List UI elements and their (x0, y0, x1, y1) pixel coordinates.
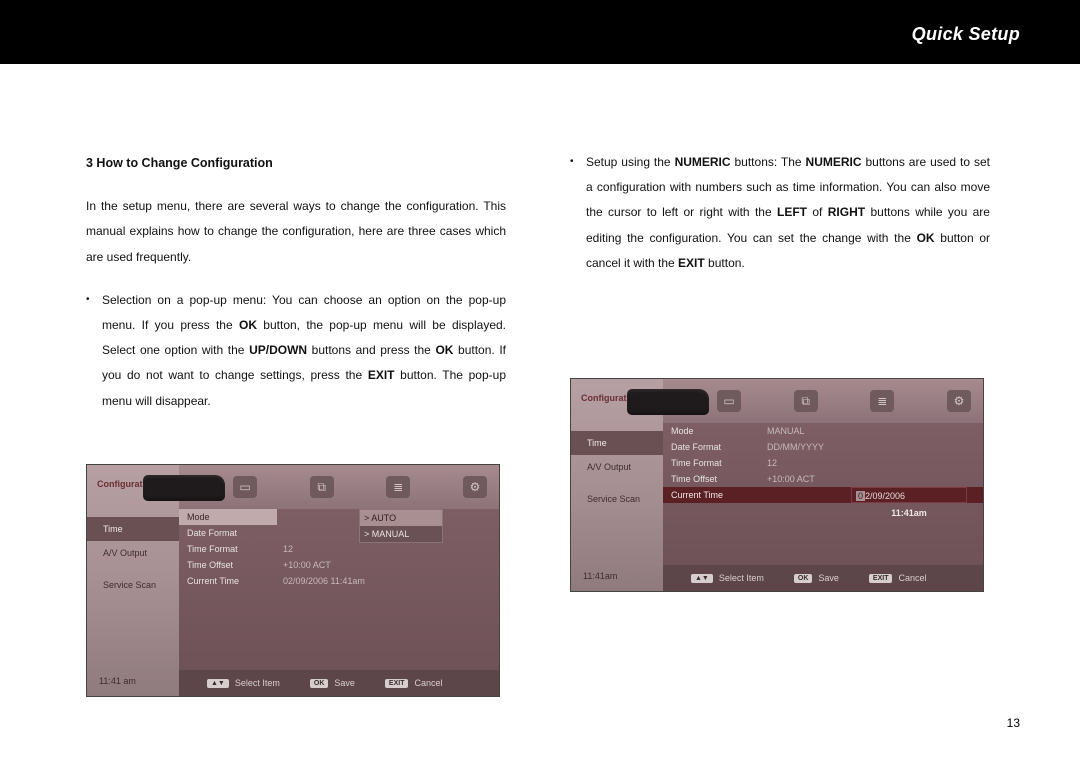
right-column: Setup using the NUMERIC buttons: The NUM… (570, 150, 990, 276)
screenshot-popup-mode: Configuration Time A/V Output Service Sc… (86, 464, 500, 697)
monitor-icon: ▭ (233, 476, 257, 498)
sidebar-clock: 11:41am (583, 571, 617, 581)
hint-bar: ▲▼Select Item OKSave EXITCancel (179, 670, 499, 696)
mode-popup[interactable]: > AUTO > MANUAL (359, 509, 443, 543)
row-time-format[interactable]: Time Format12 (179, 541, 499, 557)
gear-icon: ⚙ (463, 476, 487, 498)
row-date-format[interactable]: Date Format (179, 525, 499, 541)
row-mode[interactable]: ModeMANUAL (663, 423, 983, 439)
sidebar-item-service-scan[interactable]: Service Scan (571, 487, 663, 511)
hint-cancel: EXITCancel (869, 573, 927, 583)
row-date-format[interactable]: Date FormatDD/MM/YYYY (663, 439, 983, 455)
popup-option-auto[interactable]: > AUTO (360, 510, 442, 526)
list-icon: ≣ (870, 390, 894, 412)
hint-select: ▲▼Select Item (207, 678, 280, 688)
row-current-time[interactable]: Current Time02/09/2006 11:41am (179, 573, 499, 589)
sidebar-item-time[interactable]: Time (87, 517, 179, 541)
row-time-format[interactable]: Time Format12 (663, 455, 983, 471)
left-column: 3 How to Change Configuration In the set… (86, 150, 506, 414)
settings-panel: ModeMANUAL Date FormatDD/MM/YYYY Time Fo… (663, 423, 983, 565)
time-readout: 11:41am (851, 505, 967, 521)
top-iconbar: ▭ ⧉ ≣ ⚙ (179, 465, 499, 509)
gear-icon: ⚙ (947, 390, 971, 412)
page-content: 3 How to Change Configuration In the set… (0, 64, 1080, 760)
section-heading: 3 How to Change Configuration (86, 150, 506, 176)
screenshot-numeric-mode: Configuration Time A/V Output Service Sc… (570, 378, 984, 592)
set-top-box-icon (627, 389, 709, 415)
hint-save: OKSave (794, 573, 839, 583)
bullet-popup: Selection on a pop-up menu: You can choo… (86, 288, 506, 414)
hint-bar: ▲▼Select Item OKSave EXITCancel (663, 565, 983, 591)
sidebar-item-av-output[interactable]: A/V Output (571, 455, 663, 479)
manual-page: Quick Setup 3 How to Change Configuratio… (0, 0, 1080, 760)
intro-paragraph: In the setup menu, there are several way… (86, 194, 506, 270)
popup-option-manual[interactable]: > MANUAL (360, 526, 442, 542)
kbd-exit-icon: EXIT (385, 679, 409, 688)
sidebar-clock: 11:41 am (99, 676, 136, 686)
date-input-cursor[interactable]: 02/09/2006 (851, 487, 967, 503)
monitor-icon: ▭ (717, 390, 741, 412)
kbd-ok-icon: OK (310, 679, 329, 688)
kbd-exit-icon: EXIT (869, 574, 893, 583)
hint-cancel: EXITCancel (385, 678, 443, 688)
devices-icon: ⧉ (310, 476, 334, 498)
page-number: 13 (1007, 716, 1020, 730)
hint-select: ▲▼Select Item (691, 573, 764, 583)
kbd-ok-icon: OK (794, 574, 813, 583)
top-iconbar: ▭ ⧉ ≣ ⚙ (663, 379, 983, 423)
row-time-offset[interactable]: Time Offset+10:00 ACT (179, 557, 499, 573)
settings-panel: Mode Date Format Time Format12 Time Offs… (179, 509, 499, 670)
sidebar-item-service-scan[interactable]: Service Scan (87, 573, 179, 597)
page-header: Quick Setup (0, 0, 1080, 64)
set-top-box-icon (143, 475, 225, 501)
cursor-char: 0 (856, 491, 865, 501)
sidebar-item-time[interactable]: Time (571, 431, 663, 455)
sidebar-item-av-output[interactable]: A/V Output (87, 541, 179, 565)
page-title: Quick Setup (912, 24, 1020, 45)
row-mode[interactable]: Mode (179, 509, 499, 525)
list-icon: ≣ (386, 476, 410, 498)
bullet-numeric: Setup using the NUMERIC buttons: The NUM… (570, 150, 990, 276)
devices-icon: ⧉ (794, 390, 818, 412)
hint-save: OKSave (310, 678, 355, 688)
kbd-arrows-icon: ▲▼ (207, 679, 229, 688)
row-time-offset[interactable]: Time Offset+10:00 ACT (663, 471, 983, 487)
kbd-arrows-icon: ▲▼ (691, 574, 713, 583)
